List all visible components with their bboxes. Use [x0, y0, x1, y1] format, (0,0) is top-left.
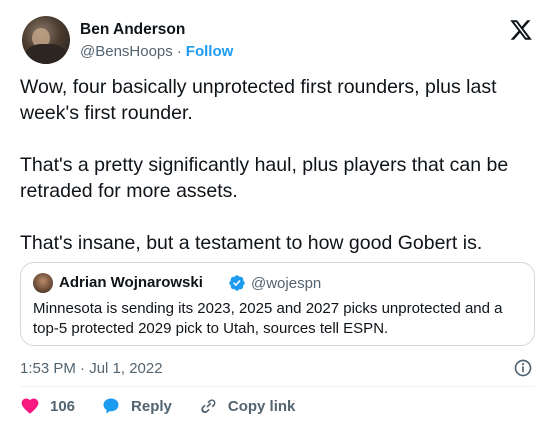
- quoted-tweet-text: Minnesota is sending its 2023, 2025 and …: [33, 300, 503, 337]
- author-handle[interactable]: @BensHoops: [80, 43, 173, 60]
- tweet-paragraph: That's a pretty significantly haul, plus…: [20, 154, 509, 202]
- like-button[interactable]: 106: [20, 396, 75, 416]
- tweet-paragraph: That's insane, but a testament to how go…: [20, 232, 483, 254]
- divider: [20, 386, 535, 387]
- copy-link-button[interactable]: Copy link: [198, 396, 296, 416]
- quoted-author-avatar: [33, 273, 53, 293]
- author-avatar[interactable]: [22, 16, 70, 64]
- reply-button[interactable]: Reply: [101, 396, 172, 416]
- quoted-author-handle: @wojespn: [251, 275, 322, 292]
- reply-bubble-icon: [103, 398, 119, 414]
- action-bar: 106 Reply Copy link: [20, 396, 321, 416]
- info-icon[interactable]: [513, 358, 533, 378]
- quoted-author-name: Adrian Wojnarowski: [59, 274, 203, 291]
- copy-link-label: Copy link: [227, 397, 296, 415]
- x-logo-icon[interactable]: [509, 18, 533, 42]
- separator-dot: ·: [176, 43, 182, 60]
- tweet-paragraph: Wow, four basically unprotected first ro…: [20, 76, 497, 124]
- heart-icon: [21, 398, 39, 414]
- link-icon: [201, 399, 216, 414]
- tweet-timestamp[interactable]: 1:53 PM · Jul 1, 2022: [20, 360, 163, 377]
- tweet-text: Wow, four basically unprotected first ro…: [20, 74, 535, 256]
- follow-button[interactable]: Follow: [186, 43, 234, 60]
- like-count: 106: [50, 397, 76, 415]
- tweet-card: Ben Anderson @BensHoops · Follow Wow, four…: [0, 0, 555, 424]
- verified-badge-icon: [229, 275, 245, 291]
- author-name[interactable]: Ben Anderson: [80, 21, 185, 39]
- reply-label: Reply: [131, 397, 172, 415]
- quoted-tweet[interactable]: Adrian Wojnarowski @wojespn Minnesota is…: [20, 262, 535, 346]
- author-handle-row: @BensHoops · Follow: [80, 43, 233, 60]
